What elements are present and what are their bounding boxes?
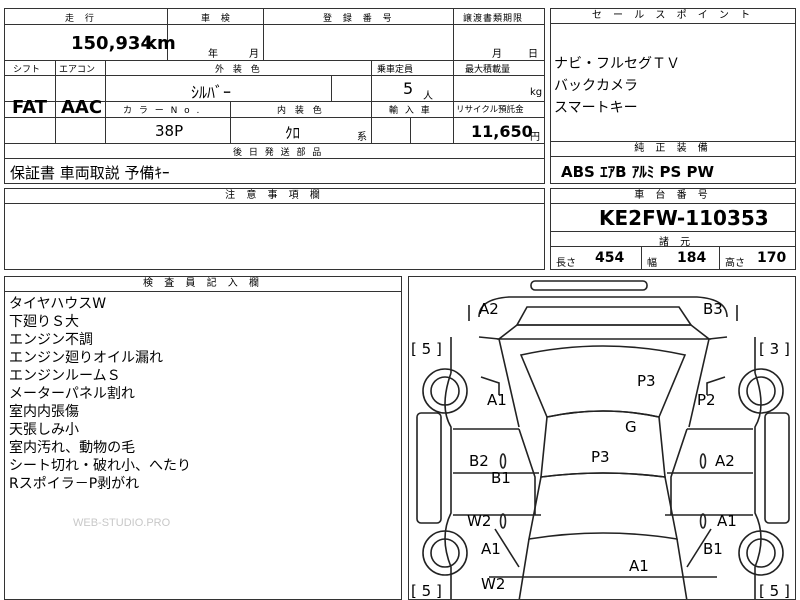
list-item: 室内汚れ、動物の毛 [9, 440, 136, 456]
list-item: Rスポイラ－P剥がれ [9, 476, 140, 492]
tire-depth-value: 5 [769, 582, 780, 600]
inspection-year-unit: 年 [208, 49, 218, 60]
recycle-unit: 円 [530, 132, 540, 143]
width-value: 184 [677, 250, 707, 266]
chassis-value: KE2FW-110353 [599, 206, 769, 230]
damage-mark: A1 [629, 557, 649, 575]
damage-mark: A2 [479, 300, 499, 318]
vehicle-info-table: 走 行 車 検 登 録 番 号 譲渡書類期限 150,934 km 年 月 月 … [4, 8, 545, 184]
notes-box: 注 意 事 項 欄 [4, 188, 545, 270]
chassis-box: 車 台 番 号 KE2FW-110353 諸 元 長さ 454 幅 184 高さ… [550, 188, 796, 270]
sales-points-box: セ ー ル ス ポ イ ン ト ナビ・フルセグＴＶ バックカメラ スマートキー [550, 8, 796, 156]
list-item: メーターパネル割れ [9, 386, 135, 402]
shipping-parts-header: 後 日 発 送 部 品 [233, 148, 324, 158]
registration-header: 登 録 番 号 [323, 14, 396, 24]
interior-color-suffix: 系 [357, 132, 367, 143]
list-item: シート切れ・破れ小、へたり [9, 458, 191, 474]
damage-mark: B2 [469, 452, 489, 470]
sales-point-item: バックカメラ [554, 78, 638, 94]
car-diagram: A2 B3 P3 A1 P2 G P3 B2 A2 B1 W2 A1 A1 B1… [408, 276, 796, 600]
height-label: 高さ [725, 258, 745, 269]
shift-value: FAT [12, 97, 48, 118]
interior-color-value: ｸﾛ [285, 124, 301, 142]
color-no-value: 38P [155, 122, 184, 140]
transfer-day-unit: 日 [528, 49, 538, 60]
recycle-header: リサイクル預託金 [456, 105, 524, 115]
tire-depth-value: 5 [421, 340, 432, 358]
capacity-header: 乗車定員 [377, 65, 414, 75]
damage-mark: B1 [491, 469, 511, 487]
inspector-box: 検 査 員 記 入 欄 タイヤハウスW 下廻りＳ大 エンジン不調 エンジン廻りオ… [4, 276, 402, 600]
equipment-box: 純 正 装 備 ABS ｴｱB ｱﾙﾐ PS PW [550, 141, 796, 184]
capacity-unit: 人 [423, 91, 433, 102]
width-label: 幅 [647, 258, 657, 269]
damage-mark: G [625, 418, 637, 436]
equipment-header: 純 正 装 備 [551, 142, 795, 157]
car-outline-svg [416, 280, 790, 599]
aircon-value: AAC [61, 97, 103, 118]
transfer-month-unit: 月 [492, 49, 502, 60]
list-item: 天張しみ小 [9, 422, 79, 438]
length-label: 長さ [556, 258, 576, 269]
color-no-header: カ ラ ー N o . [123, 106, 202, 116]
aircon-header: エアコン [59, 65, 96, 75]
tire-depth-rear-right: [ 5 ] [759, 582, 790, 600]
import-header: 輸 入 車 [389, 106, 432, 116]
list-item: エンジン廻りオイル漏れ [9, 350, 163, 366]
list-item: エンジンルームＳ [9, 368, 121, 384]
sales-point-item: スマートキー [554, 100, 638, 116]
list-item: エンジン不調 [9, 332, 93, 348]
max-load-header: 最大積載量 [465, 65, 511, 75]
height-value: 170 [757, 250, 787, 266]
list-item: 下廻りＳ大 [9, 314, 79, 330]
damage-mark: P2 [697, 391, 716, 409]
watermark: WEB-STUDIO.PRO [73, 517, 171, 529]
length-value: 454 [595, 250, 625, 266]
shift-header: シフト [13, 65, 41, 75]
recycle-value: 11,650 [471, 122, 533, 141]
inspector-notes-list: タイヤハウスW 下廻りＳ大 エンジン不調 エンジン廻りオイル漏れ エンジンルーム… [9, 295, 191, 493]
chassis-header: 車 台 番 号 [551, 189, 795, 204]
inspection-header: 車 検 [201, 14, 234, 24]
damage-mark: P3 [637, 372, 656, 390]
tire-depth-rear-left: [ 5 ] [411, 582, 442, 600]
max-load-unit: kg [530, 87, 543, 98]
damage-mark: A1 [487, 391, 507, 409]
capacity-value: 5 [403, 79, 414, 98]
interior-color-header: 内 装 色 [277, 106, 325, 116]
exterior-color-value: ｼﾙﾊﾞｰ [191, 83, 232, 102]
equipment-value: ABS ｴｱB ｱﾙﾐ PS PW [561, 163, 715, 181]
mileage-header: 走 行 [65, 14, 98, 24]
damage-mark: A1 [717, 512, 737, 530]
notes-header: 注 意 事 項 欄 [5, 189, 544, 204]
tire-depth-front-right: [ 3 ] [759, 340, 790, 358]
shipping-parts-value: 保証書 車両取説 予備ｷｰ [10, 164, 170, 182]
sales-point-item: ナビ・フルセグＴＶ [554, 56, 680, 72]
inspector-header: 検 査 員 記 入 欄 [5, 277, 401, 292]
sales-points-header: セ ー ル ス ポ イ ン ト [551, 9, 795, 24]
list-item: タイヤハウスW [9, 296, 107, 312]
damage-mark: A2 [715, 452, 735, 470]
damage-mark: W2 [481, 575, 506, 593]
inspection-month-unit: 月 [249, 49, 259, 60]
tire-depth-value: 5 [421, 582, 432, 600]
damage-mark: P3 [591, 448, 610, 466]
damage-mark: B3 [703, 300, 723, 318]
tire-depth-value: 3 [769, 340, 780, 358]
damage-mark: B1 [703, 540, 723, 558]
damage-mark: A1 [481, 540, 501, 558]
damage-mark: W2 [467, 512, 492, 530]
tire-depth-front-left: [ 5 ] [411, 340, 442, 358]
exterior-color-header: 外 装 色 [215, 65, 263, 75]
transfer-deadline-header: 譲渡書類期限 [463, 14, 524, 24]
mileage-value: 150,934 [71, 33, 153, 54]
mileage-unit: km [145, 33, 176, 54]
list-item: 室内内張傷 [9, 404, 79, 420]
